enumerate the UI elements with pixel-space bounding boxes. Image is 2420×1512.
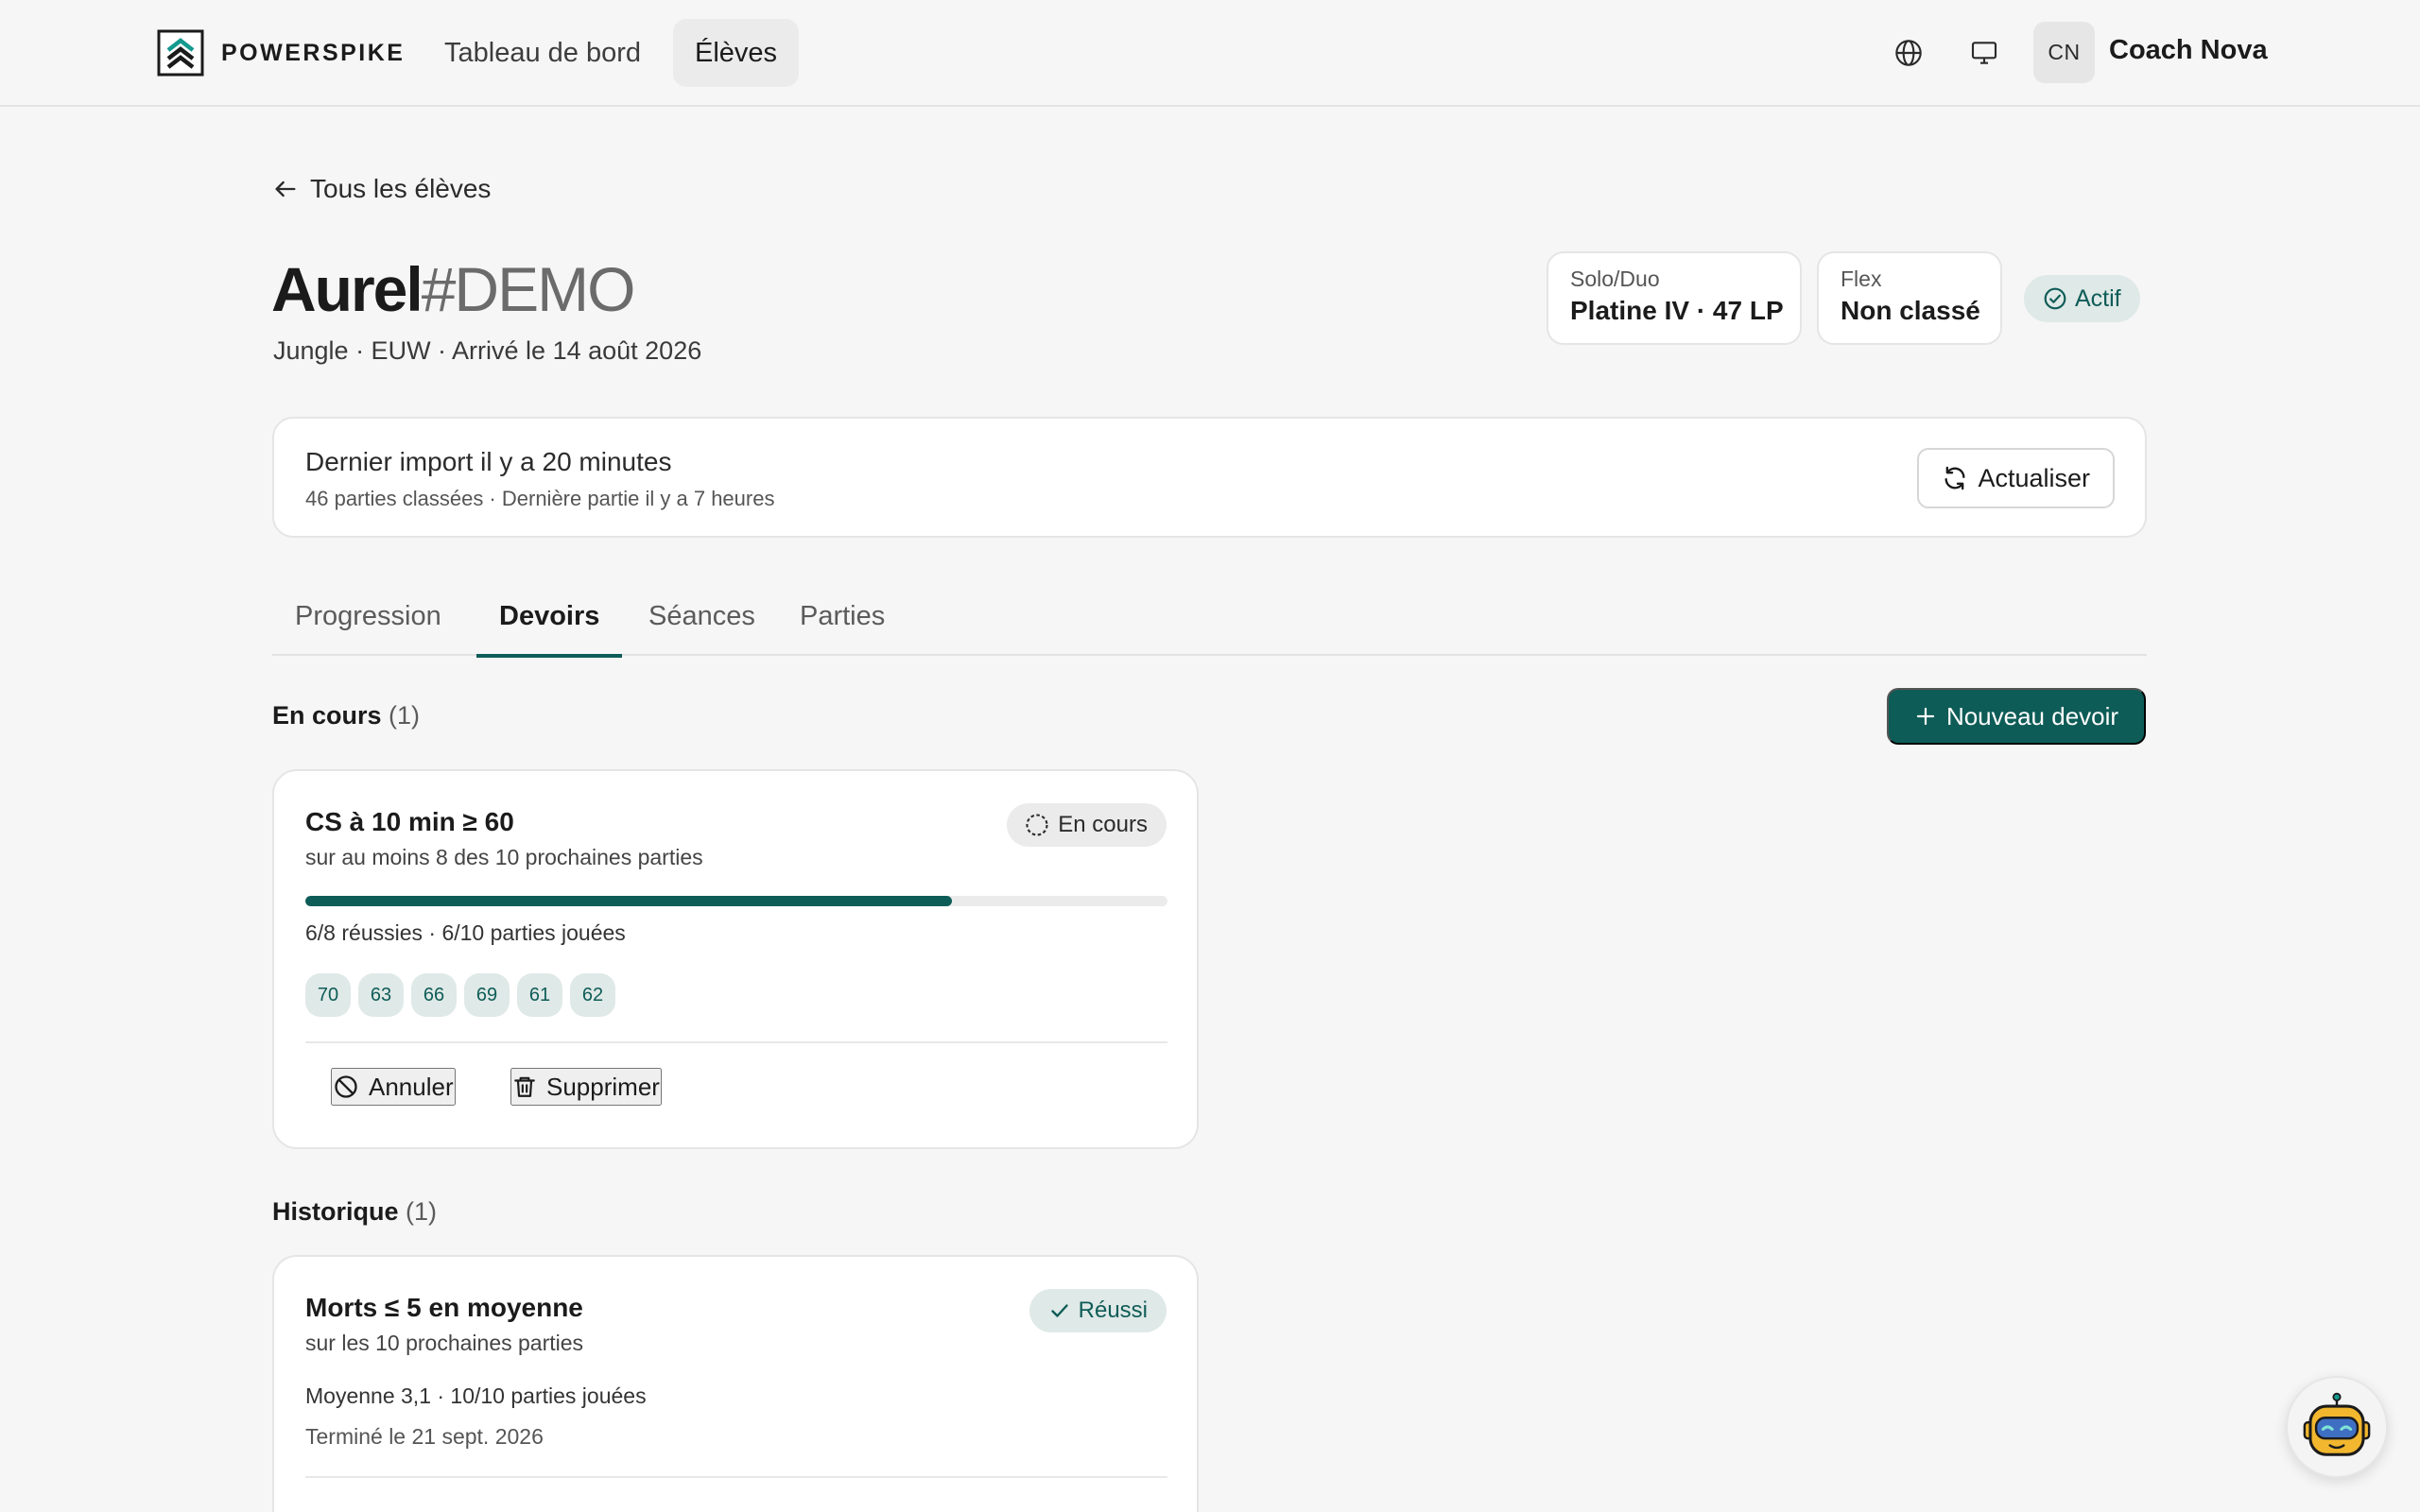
plus-icon: [1916, 707, 1935, 726]
section-title-label: Historique: [272, 1197, 399, 1226]
cancel-button[interactable]: Annuler: [331, 1068, 456, 1106]
tab-bar: Progression Devoirs Séances Parties: [272, 586, 2147, 658]
user-name[interactable]: Coach Nova: [2109, 35, 2268, 66]
assignment-subtitle: sur au moins 8 des 10 prochaines parties: [305, 845, 703, 869]
arrow-left-icon: [275, 180, 296, 198]
tab-progression[interactable]: Progression: [272, 586, 464, 656]
rank-label: Flex: [1841, 266, 1882, 291]
history-card: Morts ≤ 5 en moyenne sur les 10 prochain…: [272, 1255, 1199, 1512]
monitor-icon[interactable]: [1965, 34, 2003, 72]
section-title-current: En cours (1): [272, 701, 420, 730]
assistant-bot-button[interactable]: [2286, 1376, 2388, 1478]
back-link[interactable]: Tous les élèves: [272, 170, 491, 208]
rank-card-flex: Flex Non classé: [1817, 251, 2002, 345]
cancel-button-label: Annuler: [369, 1072, 454, 1101]
refresh-icon: [1945, 466, 1965, 490]
delete-button[interactable]: Supprimer: [510, 1068, 662, 1106]
game-values: 70 63 66 69 61 62: [305, 973, 615, 1017]
assignment-title: CS à 10 min ≥ 60: [305, 807, 514, 836]
delete-button-label: Supprimer: [546, 1072, 660, 1101]
player-name: Aurel: [271, 254, 424, 324]
new-assignment-button[interactable]: Nouveau devoir: [1887, 688, 2146, 745]
divider: [305, 1041, 1167, 1043]
import-subtitle: 46 parties classées · Dernière partie il…: [305, 487, 775, 510]
ban-icon: [335, 1075, 357, 1098]
history-result: Moyenne 3,1 · 10/10 parties jouées: [305, 1383, 647, 1408]
assignment-subtitle: sur les 10 prochaines parties: [305, 1331, 584, 1355]
avatar[interactable]: CN: [2033, 22, 2095, 83]
page-title: Aurel#DEMO: [271, 251, 636, 327]
game-value-chip: 66: [411, 973, 457, 1017]
assignment-card: CS à 10 min ≥ 60 sur au moins 8 des 10 p…: [272, 769, 1199, 1149]
game-value-chip: 61: [517, 973, 562, 1017]
player-meta: Jungle · EUW · Arrivé le 14 août 2026: [273, 336, 702, 365]
game-value-chip: 69: [464, 973, 510, 1017]
section-count: (1): [389, 701, 421, 730]
dashed-circle-icon: [1026, 814, 1048, 836]
tab-devoirs[interactable]: Devoirs: [476, 586, 623, 658]
progress-text: 6/8 réussies · 6/10 parties jouées: [305, 920, 626, 945]
status-badge-label: En cours: [1058, 812, 1148, 837]
brand-logo-icon: [157, 29, 204, 77]
rank-label: Solo/Duo: [1570, 266, 1660, 291]
robot-icon: [2303, 1392, 2371, 1456]
section-title-label: En cours: [272, 701, 382, 730]
progress-fill: [305, 896, 952, 906]
nav-dashboard[interactable]: Tableau de bord: [423, 19, 663, 87]
history-date: Terminé le 21 sept. 2026: [305, 1424, 544, 1449]
status-badge: En cours: [1007, 803, 1167, 847]
check-circle-icon: [2044, 287, 2066, 310]
divider: [305, 1476, 1167, 1478]
top-bar: POWERSPIKE Tableau de bord Élèves CN Coa…: [0, 0, 2420, 107]
refresh-button-label: Actualiser: [1978, 463, 2090, 492]
brand[interactable]: POWERSPIKE: [157, 28, 405, 77]
back-link-label: Tous les élèves: [310, 174, 492, 203]
game-value-chip: 62: [570, 973, 615, 1017]
status-badge: Réussi: [1028, 1289, 1167, 1332]
check-icon: [1050, 1304, 1068, 1317]
nav-students[interactable]: Élèves: [673, 19, 800, 87]
brand-name: POWERSPIKE: [221, 39, 406, 66]
refresh-button[interactable]: Actualiser: [1917, 448, 2115, 508]
globe-icon[interactable]: [1890, 34, 1927, 72]
rank-value: Platine IV · 47 LP: [1570, 296, 1784, 325]
rank-value: Non classé: [1841, 296, 1980, 325]
section-title-history: Historique (1): [272, 1197, 437, 1227]
section-count: (1): [406, 1197, 438, 1226]
status-badge-label: Actif: [2075, 284, 2121, 312]
game-value-chip: 70: [305, 973, 351, 1017]
import-title: Dernier import il y a 20 minutes: [305, 447, 672, 476]
assignment-title: Morts ≤ 5 en moyenne: [305, 1293, 583, 1322]
status-badge: Actif: [2024, 275, 2140, 322]
tab-parties[interactable]: Parties: [777, 586, 908, 656]
trash-icon: [514, 1076, 535, 1097]
import-panel: Dernier import il y a 20 minutes 46 part…: [272, 417, 2147, 538]
game-value-chip: 63: [358, 973, 404, 1017]
status-badge-label: Réussi: [1078, 1297, 1148, 1323]
rank-card-solo: Solo/Duo Platine IV · 47 LP: [1547, 251, 1802, 345]
tab-seances[interactable]: Séances: [626, 586, 778, 656]
new-assignment-label: Nouveau devoir: [1945, 701, 2119, 730]
player-tag: #DEMO: [421, 254, 636, 324]
progress-bar: [305, 896, 1167, 906]
